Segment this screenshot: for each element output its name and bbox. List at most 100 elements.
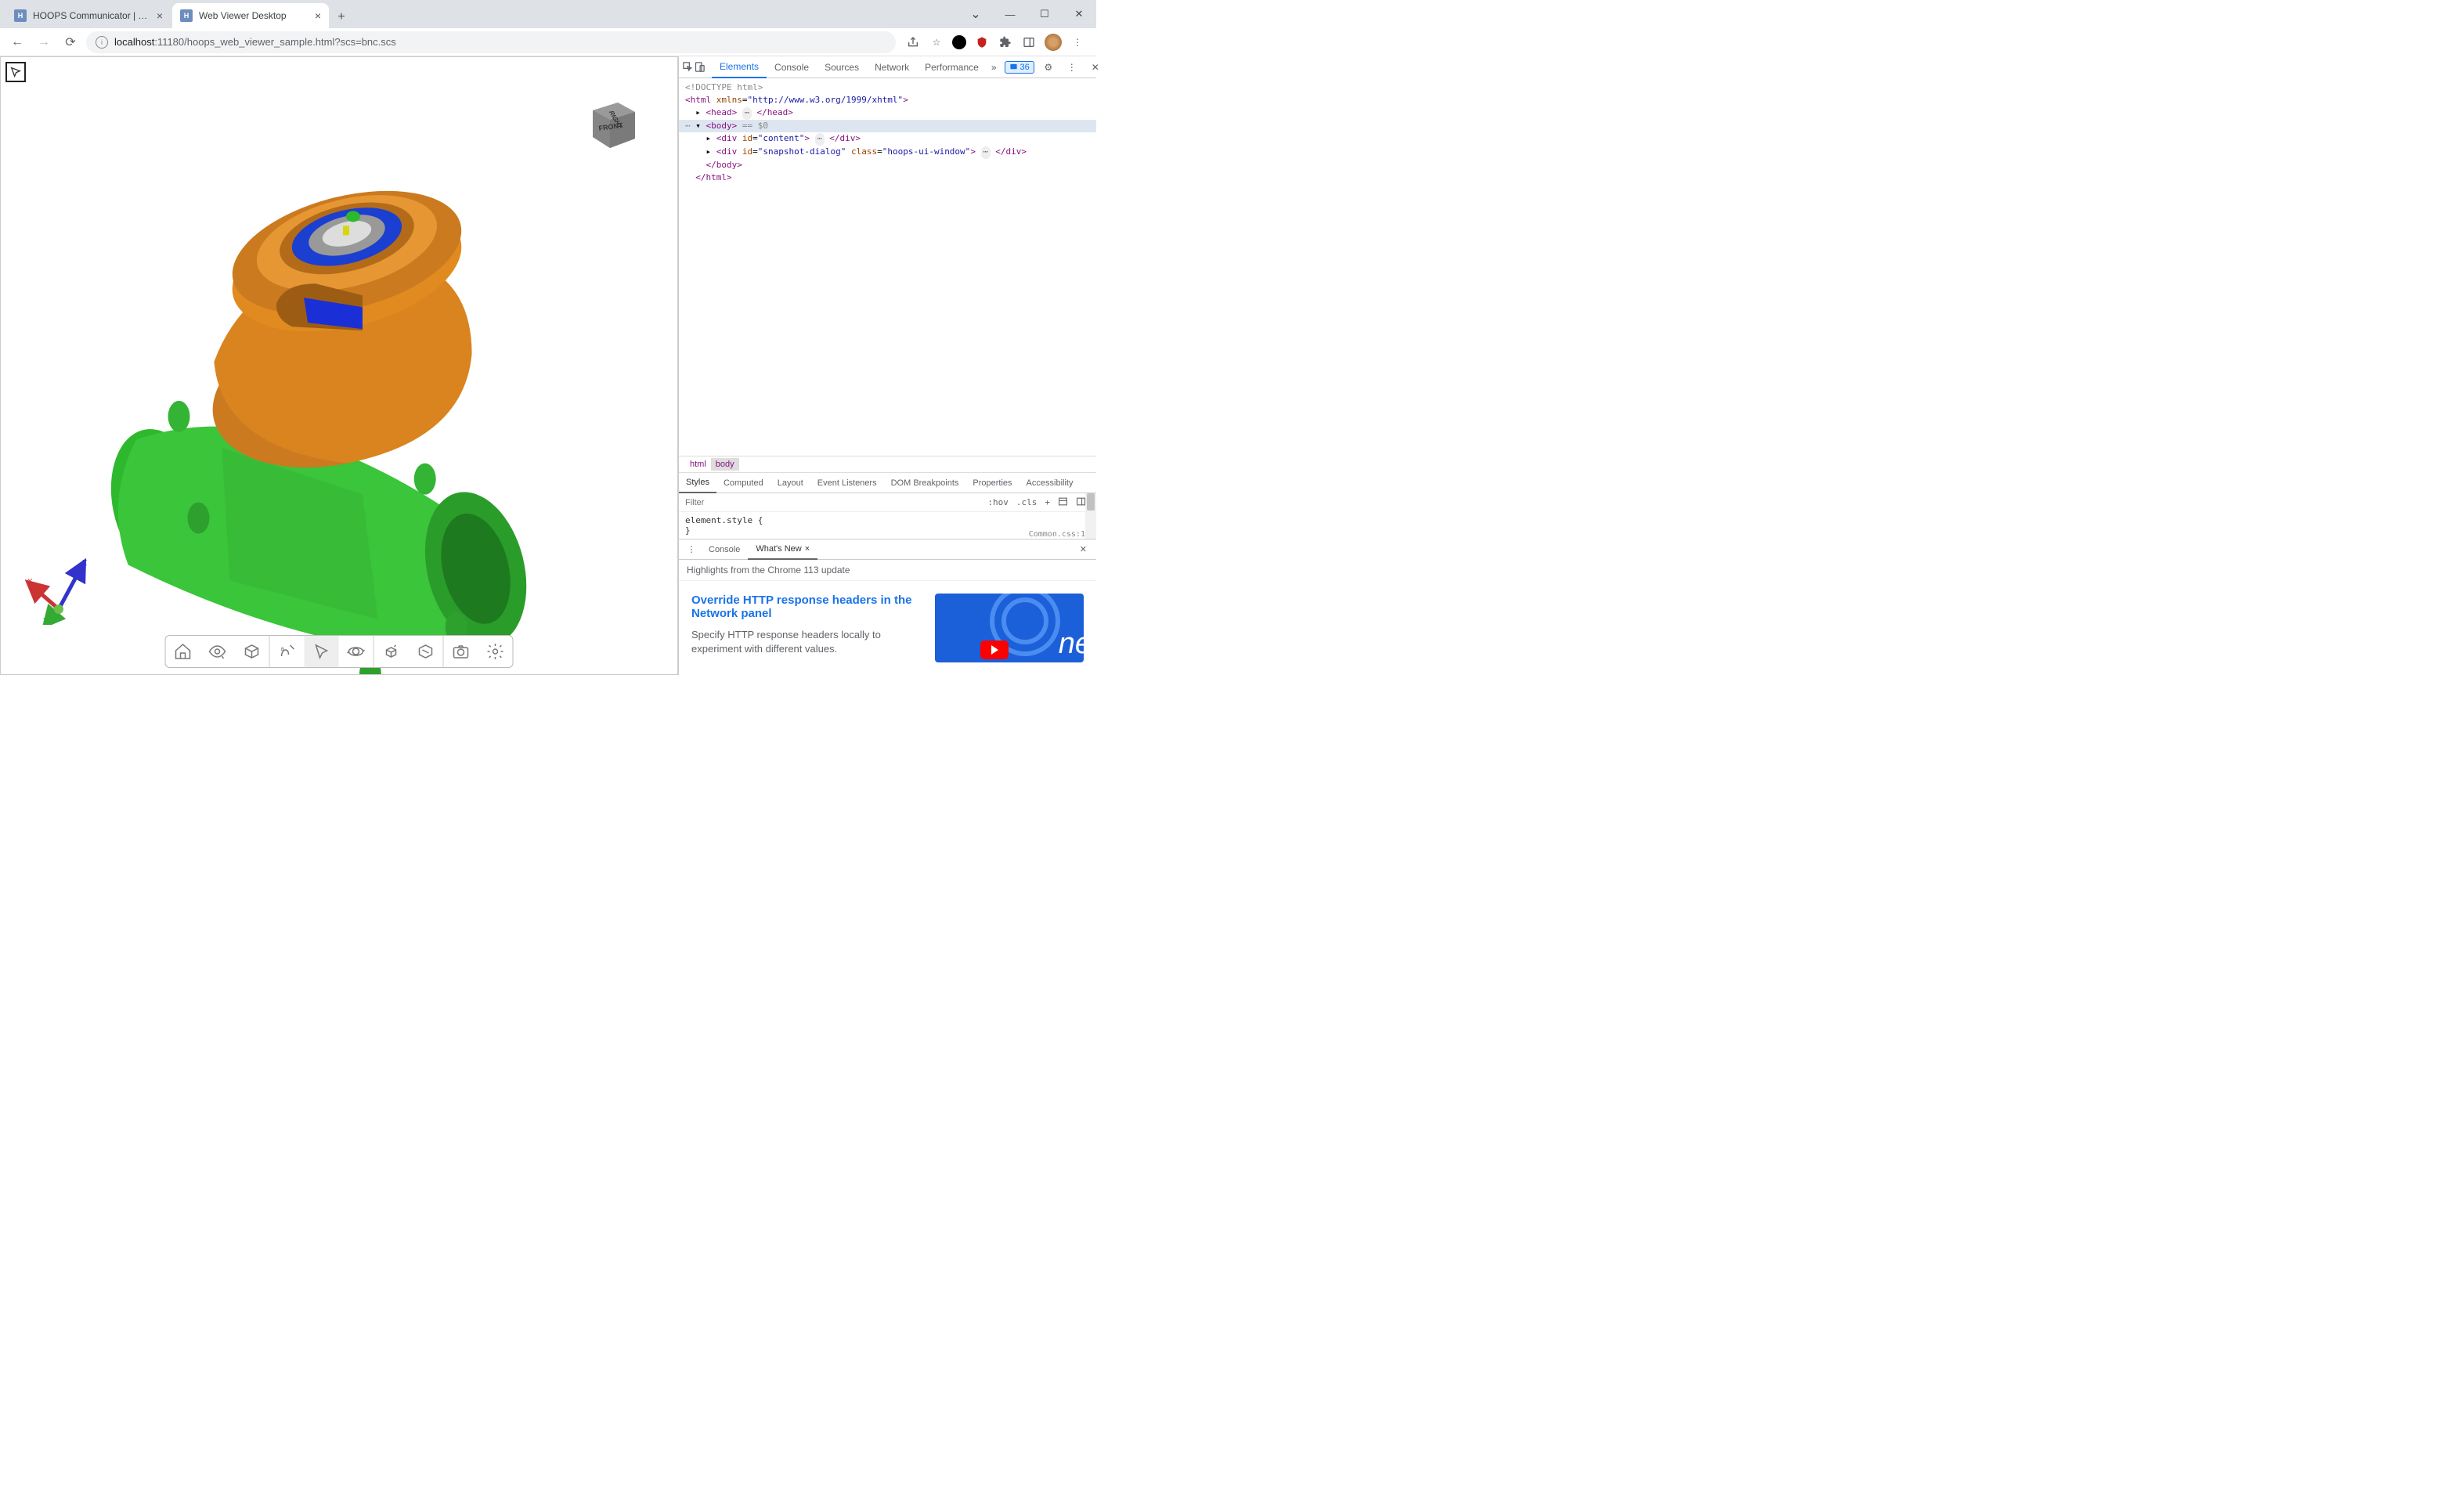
close-devtools-icon[interactable]: ✕ — [1086, 58, 1105, 77]
cls-toggle[interactable]: .cls — [1012, 497, 1041, 507]
computed-toggle-icon[interactable] — [1054, 496, 1072, 509]
whatsnew-title[interactable]: Override HTTP response headers in the Ne… — [691, 594, 924, 620]
dom-breadcrumb: html body — [679, 456, 1096, 473]
back-button[interactable]: ← — [6, 31, 28, 53]
select-tool-button[interactable] — [5, 62, 26, 82]
url-path: /hoops_web_viewer_sample.html?scs=bnc.sc… — [184, 36, 396, 48]
source-link[interactable]: Common.css:13 — [1029, 530, 1090, 539]
device-icon[interactable] — [694, 58, 706, 77]
inspect-icon[interactable] — [682, 58, 694, 77]
scrollbar[interactable] — [1085, 493, 1096, 539]
url-host: localhost — [114, 36, 154, 48]
svg-text:X: X — [27, 578, 33, 586]
visibility-button[interactable] — [200, 636, 235, 667]
tab-console[interactable]: Console — [767, 56, 817, 78]
tab-performance[interactable]: Performance — [917, 56, 987, 78]
bookmark-icon[interactable]: ☆ — [929, 34, 944, 50]
reload-button[interactable]: ⟳ — [60, 31, 81, 53]
drawer-tab-whatsnew[interactable]: What's New× — [748, 539, 817, 560]
forward-button[interactable]: → — [33, 31, 55, 53]
share-icon[interactable] — [905, 34, 921, 50]
drawer-headline: Highlights from the Chrome 113 update — [679, 560, 1096, 581]
minimize-button[interactable]: — — [993, 2, 1027, 26]
site-info-icon[interactable]: i — [96, 36, 108, 49]
browser-tab-2[interactable]: H Web Viewer Desktop × — [172, 3, 329, 28]
gear-icon[interactable]: ⚙ — [1039, 58, 1058, 77]
extensions-icon[interactable] — [998, 34, 1013, 50]
issues-badge[interactable]: 36 — [1005, 61, 1034, 74]
main-content: FRONT RIGHT — [0, 56, 1096, 675]
hov-toggle[interactable]: :hov — [983, 497, 1012, 507]
maximize-button[interactable]: ☐ — [1027, 2, 1062, 26]
chevron-down-icon[interactable]: ⌄ — [958, 2, 993, 26]
tab-accessibility[interactable]: Accessibility — [1019, 473, 1081, 493]
tab-event-listeners[interactable]: Event Listeners — [810, 473, 884, 493]
3d-model — [1, 57, 677, 674]
tab-network[interactable]: Network — [867, 56, 917, 78]
explode-button[interactable] — [374, 636, 409, 667]
new-rule-icon[interactable]: + — [1041, 497, 1054, 507]
menu-icon[interactable]: ⋮ — [1070, 34, 1085, 50]
close-icon[interactable]: × — [157, 9, 163, 22]
tab-styles[interactable]: Styles — [679, 473, 716, 493]
profile-avatar[interactable] — [1045, 34, 1062, 51]
devtools-drawer: ⋮ Console What's New× ✕ Highlights from … — [679, 539, 1096, 675]
drawer-body: Override HTTP response headers in the Ne… — [679, 581, 1096, 675]
toolbar-icons: ☆ ⋮ — [900, 34, 1090, 51]
tab-title: HOOPS Communicator | Tech Soft — [33, 10, 152, 21]
nav-cube[interactable]: FRONT RIGHT — [579, 88, 649, 161]
more-tabs-icon[interactable]: » — [987, 62, 1001, 73]
drawer-tabs: ⋮ Console What's New× ✕ — [679, 539, 1096, 560]
sidepanel-icon[interactable] — [1021, 34, 1037, 50]
browser-tab-1[interactable]: H HOOPS Communicator | Tech Soft × — [6, 3, 171, 28]
dom-tree[interactable]: <!DOCTYPE html> <html xmlns="http://www.… — [679, 78, 1096, 456]
select-button[interactable] — [305, 636, 339, 667]
styles-tabs: Styles Computed Layout Event Listeners D… — [679, 473, 1096, 493]
whatsnew-desc: Specify HTTP response headers locally to… — [691, 628, 924, 656]
3d-viewer[interactable]: FRONT RIGHT — [0, 56, 678, 675]
styles-filter-input[interactable] — [685, 498, 983, 507]
window-controls: ⌄ — ☐ ✕ — [958, 0, 1096, 28]
new-tab-button[interactable]: + — [330, 6, 352, 28]
close-icon[interactable]: × — [315, 9, 321, 22]
tab-strip: H HOOPS Communicator | Tech Soft × H Web… — [0, 3, 958, 28]
url-port: :11180 — [154, 36, 184, 48]
tab-sources[interactable]: Sources — [817, 56, 867, 78]
tab-layout[interactable]: Layout — [770, 473, 810, 493]
styles-content[interactable]: element.style { } body { Common.css:13 — [679, 512, 1096, 539]
orbit-button[interactable] — [339, 636, 374, 667]
play-icon — [980, 641, 1009, 659]
cube-view-button[interactable] — [235, 636, 269, 667]
favicon-icon: H — [180, 9, 193, 22]
breadcrumb-body[interactable]: body — [711, 458, 739, 471]
tab-elements[interactable]: Elements — [712, 56, 767, 78]
drawer-close-icon[interactable]: ✕ — [1074, 544, 1093, 554]
extension-icon[interactable] — [952, 35, 966, 49]
tab-properties[interactable]: Properties — [965, 473, 1019, 493]
annotate-button[interactable]: a — [270, 636, 305, 667]
viewer-toolbar: a — [165, 635, 514, 668]
close-button[interactable]: ✕ — [1062, 2, 1096, 26]
whatsnew-video-thumb[interactable]: ne — [935, 594, 1084, 662]
drawer-tab-console[interactable]: Console — [701, 539, 748, 560]
url-input[interactable]: i localhost:11180/hoops_web_viewer_sampl… — [86, 31, 896, 53]
devtools-tabs: Elements Console Sources Network Perform… — [679, 56, 1096, 78]
section-button[interactable] — [409, 636, 443, 667]
snapshot-button[interactable] — [444, 636, 478, 667]
kebab-icon[interactable]: ⋮ — [1063, 58, 1081, 77]
drawer-kebab-icon[interactable]: ⋮ — [682, 540, 701, 559]
tab-title: Web Viewer Desktop — [199, 10, 310, 21]
tab-dom-breakpoints[interactable]: DOM Breakpoints — [884, 473, 966, 493]
styles-filter-bar: :hov .cls + — [679, 493, 1096, 512]
tab-computed[interactable]: Computed — [716, 473, 770, 493]
breadcrumb-html[interactable]: html — [685, 458, 711, 471]
adblock-icon[interactable] — [974, 34, 990, 50]
close-icon[interactable]: × — [805, 544, 810, 554]
axis-triad[interactable]: X Z Y — [20, 554, 90, 627]
home-button[interactable] — [166, 636, 200, 667]
svg-text:Z: Z — [82, 559, 87, 568]
devtools-panel: Elements Console Sources Network Perform… — [678, 56, 1096, 675]
favicon-icon: H — [14, 9, 27, 22]
svg-text:a: a — [281, 645, 285, 652]
settings-button[interactable] — [478, 636, 513, 667]
